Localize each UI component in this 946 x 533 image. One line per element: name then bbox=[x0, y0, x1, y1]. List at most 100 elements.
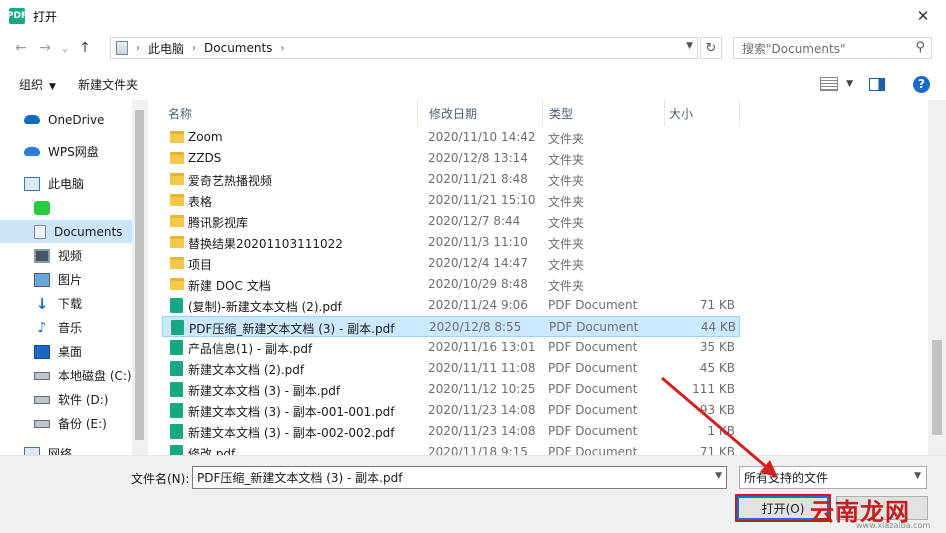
refresh-button[interactable]: ↻ bbox=[700, 37, 722, 59]
column-header-modified[interactable]: 修改日期 bbox=[418, 100, 543, 126]
refresh-icon: ↻ bbox=[705, 40, 717, 56]
breadcrumb-documents[interactable]: Documents bbox=[204, 41, 272, 55]
close-button[interactable]: ✕ bbox=[900, 0, 946, 32]
folder-icon bbox=[170, 236, 184, 248]
table-row[interactable]: Zoom 2020/11/10 14:42 文件夹 bbox=[162, 127, 740, 148]
sidebar-scroll-thumb[interactable] bbox=[135, 110, 144, 440]
sidebar-item-downloads[interactable]: ↓ 下载 bbox=[0, 292, 148, 315]
sidebar-item-drive-e[interactable]: 备份 (E:) bbox=[0, 412, 148, 435]
back-arrow-icon: ← bbox=[15, 40, 27, 56]
filename-input[interactable]: PDF压缩_新建文本文档 (3) - 副本.pdf ▼ bbox=[192, 466, 727, 489]
file-list-scrollbar[interactable] bbox=[928, 100, 946, 455]
sidebar-item-network[interactable]: 网络 bbox=[0, 442, 148, 455]
pdf-file-icon bbox=[171, 320, 184, 335]
table-row[interactable]: 新建 DOC 文档 2020/10/29 8:48 文件夹 bbox=[162, 274, 740, 295]
preview-pane-icon[interactable] bbox=[869, 77, 885, 91]
table-row[interactable]: 新建文本文档 (3) - 副本-002-002.pdf 2020/11/23 14… bbox=[162, 421, 740, 442]
location-icon bbox=[116, 41, 128, 55]
chevron-down-icon[interactable]: ▼ bbox=[715, 471, 722, 481]
title-bar: PDF 打开 ✕ bbox=[0, 0, 946, 32]
file-name: 修改.pdf bbox=[188, 447, 236, 455]
chevron-down-icon: ⌄ bbox=[60, 41, 70, 55]
recent-locations-button[interactable]: ⌄ bbox=[57, 36, 73, 60]
address-bar[interactable]: › 此电脑 › Documents › ▼ bbox=[110, 37, 698, 59]
file-modified-date: 2020/11/3 11:10 bbox=[428, 235, 528, 249]
organize-button[interactable]: 组织 ▼ bbox=[11, 76, 64, 93]
breadcrumb-this-pc[interactable]: 此电脑 bbox=[148, 40, 184, 57]
sidebar-item-this-pc[interactable]: 此电脑 bbox=[0, 172, 148, 195]
up-arrow-icon: ↑ bbox=[79, 40, 91, 56]
table-row[interactable]: 新建文本文档 (3) - 副本.pdf 2020/11/12 10:25 PDF D… bbox=[162, 379, 740, 400]
file-modified-date: 2020/11/21 15:10 bbox=[428, 193, 536, 207]
file-modified-date: 2020/11/16 13:01 bbox=[428, 340, 536, 354]
table-row[interactable]: PDF压缩_新建文本文档 (3) - 副本.pdf 2020/12/8 8:55 P… bbox=[162, 316, 740, 337]
computer-icon bbox=[24, 176, 40, 191]
view-options-icon[interactable] bbox=[820, 77, 839, 91]
column-header-size[interactable]: 大小 bbox=[665, 100, 740, 126]
file-size: 111 KB bbox=[692, 382, 735, 396]
file-name: 腾讯影视库 bbox=[188, 216, 249, 230]
table-row[interactable]: 新建文本文档 (3) - 副本-001-001.pdf 2020/11/23 14… bbox=[162, 400, 740, 421]
column-header-type[interactable]: 类型 bbox=[543, 100, 665, 126]
file-name: 新建 DOC 文档 bbox=[188, 279, 271, 293]
table-row[interactable]: 项目 2020/12/4 14:47 文件夹 bbox=[162, 253, 740, 274]
filename-label: 文件名(N): bbox=[131, 472, 190, 486]
network-icon bbox=[24, 446, 40, 455]
file-modified-date: 2020/11/23 14:08 bbox=[428, 424, 536, 438]
table-row[interactable]: 修改.pdf 2020/11/18 9:15 PDF Document 71 KB bbox=[162, 442, 740, 455]
sidebar-item-drive-d[interactable]: 软件 (D:) bbox=[0, 388, 148, 411]
sidebar-item-pictures[interactable]: 图片 bbox=[0, 268, 148, 291]
file-type: 文件夹 bbox=[548, 237, 585, 251]
table-row[interactable]: 表格 2020/11/21 15:10 文件夹 bbox=[162, 190, 740, 211]
sidebar-item-onedrive[interactable]: OneDrive bbox=[0, 108, 148, 131]
navigation-bar: ← → ⌄ ↑ › 此电脑 › Documents › ▼ ↻ 搜索"Docum… bbox=[0, 33, 946, 63]
file-modified-date: 2020/11/12 10:25 bbox=[428, 382, 536, 396]
file-list: 名称 ^ 修改日期 类型 大小 Zoom 2020/11/10 14:42 文件夹 Z… bbox=[148, 100, 928, 455]
sidebar-item-desktop[interactable]: 桌面 bbox=[0, 340, 148, 363]
back-button[interactable]: ← bbox=[9, 36, 33, 60]
sidebar-scrollbar[interactable] bbox=[132, 100, 148, 455]
sidebar-item-music[interactable]: ♪ 音乐 bbox=[0, 316, 148, 339]
table-row[interactable]: 爱奇艺热播视频 2020/11/21 8:48 文件夹 bbox=[162, 169, 740, 190]
sidebar-item-documents[interactable]: Documents bbox=[0, 220, 148, 243]
pdf-file-icon bbox=[170, 340, 183, 355]
command-toolbar: 组织 ▼ 新建文件夹 ▼ ? bbox=[0, 70, 946, 98]
file-modified-date: 2020/12/7 8:44 bbox=[428, 214, 521, 228]
file-type-select[interactable]: 所有支持的文件 ▼ bbox=[739, 466, 927, 489]
sidebar-item-wechat[interactable] bbox=[0, 196, 148, 219]
up-button[interactable]: ↑ bbox=[73, 36, 97, 60]
forward-button[interactable]: → bbox=[33, 36, 57, 60]
column-header-name[interactable]: 名称 ^ bbox=[148, 100, 418, 126]
table-row[interactable]: (复制)-新建文本文档 (2).pdf 2020/11/24 9:06 PDF Do… bbox=[162, 295, 740, 316]
help-icon[interactable]: ? bbox=[913, 75, 930, 93]
view-dropdown-icon[interactable]: ▼ bbox=[846, 79, 853, 89]
file-list-scroll-thumb[interactable] bbox=[932, 340, 942, 435]
table-row[interactable]: 替换结果20201103111022 2020/11/3 11:10 文件夹 bbox=[162, 232, 740, 253]
file-modified-date: 2020/11/21 8:48 bbox=[428, 172, 528, 186]
window-title: 打开 bbox=[33, 9, 58, 24]
file-name: 新建文本文档 (3) - 副本-002-002.pdf bbox=[188, 426, 395, 440]
new-folder-button[interactable]: 新建文件夹 bbox=[70, 76, 146, 93]
wechat-icon bbox=[34, 200, 50, 215]
file-name: Zoom bbox=[188, 130, 223, 144]
table-row[interactable]: 新建文本文档 (2).pdf 2020/11/11 11:08 PDF Docume… bbox=[162, 358, 740, 379]
table-row[interactable]: 腾讯影视库 2020/12/7 8:44 文件夹 bbox=[162, 211, 740, 232]
file-type: PDF Document bbox=[548, 424, 638, 438]
table-row[interactable]: 产品信息(1) - 副本.pdf 2020/11/16 13:01 PDF Docu… bbox=[162, 337, 740, 358]
dialog-footer: 文件名(N): PDF压缩_新建文本文档 (3) - 副本.pdf ▼ 所有支持… bbox=[0, 455, 946, 533]
file-size: 93 KB bbox=[699, 403, 735, 417]
file-name: 替换结果20201103111022 bbox=[188, 237, 343, 251]
table-row[interactable]: ZZDS 2020/12/8 13:14 文件夹 bbox=[162, 148, 740, 169]
file-name: 表格 bbox=[188, 195, 213, 209]
sidebar-item-videos[interactable]: 视频 bbox=[0, 244, 148, 267]
sidebar-item-wps-cloud[interactable]: WPS网盘 bbox=[0, 140, 148, 163]
file-name: 新建文本文档 (3) - 副本.pdf bbox=[188, 384, 341, 398]
drive-icon bbox=[34, 371, 50, 380]
search-input[interactable]: 搜索"Documents" ⚲ bbox=[733, 37, 932, 59]
file-name: 新建文本文档 (2).pdf bbox=[188, 363, 305, 377]
address-dropdown-icon[interactable]: ▼ bbox=[686, 41, 693, 51]
chevron-right-icon: › bbox=[136, 42, 140, 54]
file-type: 文件夹 bbox=[548, 216, 585, 230]
document-icon bbox=[34, 224, 46, 239]
sidebar-item-drive-c[interactable]: 本地磁盘 (C:) bbox=[0, 364, 148, 387]
